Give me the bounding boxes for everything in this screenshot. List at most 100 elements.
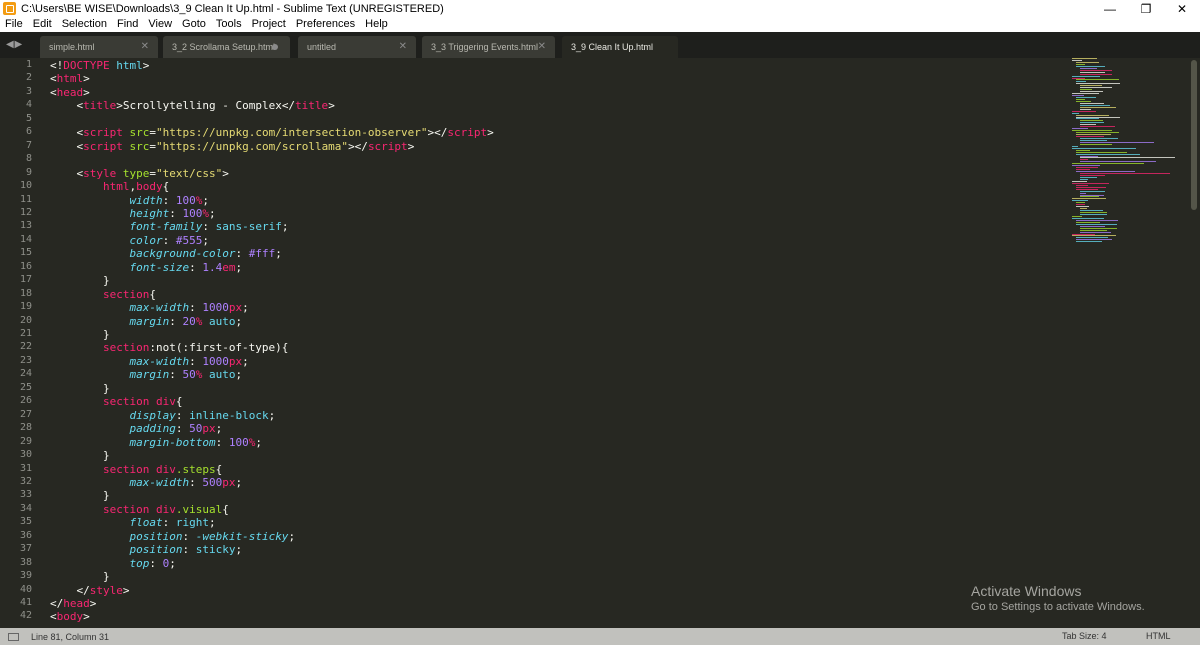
code-line[interactable]: <!DOCTYPE html> [50, 59, 149, 72]
code-line[interactable]: font-family: sans-serif; [50, 220, 288, 233]
code-token: < [50, 72, 57, 86]
menu-view[interactable]: View [143, 17, 177, 32]
code-line[interactable]: <title>Scrollytelling - Complex</title> [50, 99, 334, 112]
code-token: padding [129, 422, 176, 436]
tab-size-indicator[interactable]: Tab Size: 4 [1062, 631, 1107, 641]
code-line[interactable]: } [50, 489, 110, 502]
code-editor[interactable]: <!DOCTYPE html> <html> <head> <title>Scrol… [50, 58, 1060, 628]
restore-button[interactable]: ❐ [1128, 0, 1164, 17]
code-line[interactable]: <head> [50, 86, 90, 99]
code-line[interactable]: </head> [50, 597, 96, 610]
menu-find[interactable]: Find [112, 17, 143, 32]
vertical-scrollbar[interactable] [1191, 60, 1197, 210]
tab-close-icon[interactable]: ✕ [538, 41, 546, 52]
code-line[interactable]: padding: 50px; [50, 422, 222, 435]
tab-nav-arrows[interactable]: ◀ ▶ [6, 39, 22, 50]
code-token: html [102, 180, 130, 194]
code-line[interactable]: margin: 50% auto; [50, 368, 242, 381]
code-line[interactable]: section{ [50, 288, 156, 301]
code-line[interactable]: float: right; [50, 516, 215, 529]
code-token: :not(:first-of-type){ [149, 341, 289, 355]
menu-goto[interactable]: Goto [177, 17, 211, 32]
code-line[interactable]: </style> [50, 584, 129, 597]
minimize-button[interactable]: — [1092, 0, 1128, 17]
code-token: 1000 [202, 301, 229, 315]
minimap-line [1080, 190, 1105, 192]
code-token: script [83, 126, 123, 140]
code-line[interactable]: max-width: 1000px; [50, 355, 248, 368]
code-token: DOCTYPE [63, 59, 110, 72]
code-line[interactable]: margin: 20% auto; [50, 315, 242, 328]
syntax-indicator[interactable]: HTML [1146, 631, 1171, 641]
code-line[interactable]: margin-bottom: 100%; [50, 436, 261, 449]
line-number: 26 [19, 395, 32, 407]
minimap-line [1076, 223, 1117, 225]
code-token: section [102, 341, 150, 355]
code-line[interactable]: } [50, 570, 110, 583]
minimap-line [1072, 217, 1104, 219]
code-line[interactable]: max-width: 1000px; [50, 301, 248, 315]
minimap-line [1080, 106, 1116, 108]
code-token: : [189, 301, 203, 315]
code-line[interactable]: <style type="text/css"> [50, 167, 228, 180]
line-number: 12 [19, 206, 32, 218]
code-token: height [129, 206, 170, 220]
code-line[interactable]: section div.visual{ [50, 503, 229, 516]
code-line[interactable]: position: -webkit-sticky; [50, 530, 295, 543]
code-line[interactable]: width: 100%; [50, 194, 209, 207]
code-line[interactable]: } [50, 328, 110, 341]
code-line[interactable]: <html> [50, 72, 90, 85]
close-window-button[interactable]: ✕ [1164, 0, 1200, 17]
code-line[interactable]: <script src="https://unpkg.com/scrollama… [50, 140, 414, 153]
code-line[interactable]: } [50, 449, 110, 462]
code-line[interactable]: section:not(:first-of-type){ [50, 341, 288, 354]
tab-scrollama-setup[interactable]: 3_2 Scrollama Setup.html [163, 36, 290, 58]
tab-triggering-events[interactable]: 3_3 Triggering Events.html ✕ [422, 36, 555, 58]
code-token: inline-block [189, 408, 269, 422]
code-line[interactable]: } [50, 382, 110, 395]
code-line[interactable]: height: 100%; [50, 206, 215, 220]
menu-file[interactable]: File [0, 17, 28, 32]
code-line[interactable]: font-size: 1.4em; [50, 261, 242, 274]
tab-close-icon[interactable]: ✕ [399, 41, 407, 52]
window-controls: — ❐ ✕ [1092, 0, 1200, 17]
menu-edit[interactable]: Edit [28, 17, 57, 32]
code-line[interactable]: position: sticky; [50, 543, 242, 556]
tab-clean-it-up[interactable]: 3_9 Clean It Up.html [562, 36, 678, 58]
minimap-line [1076, 241, 1102, 243]
minimap-line [1080, 120, 1103, 122]
minimap-line [1080, 159, 1088, 161]
tab-close-icon[interactable]: ✕ [141, 41, 149, 52]
sublime-text-icon [3, 2, 16, 15]
unsaved-dot-icon[interactable] [272, 44, 278, 50]
code-line[interactable]: color: #555; [50, 234, 209, 247]
panel-toggle-icon[interactable] [8, 632, 19, 641]
tab-simple-html[interactable]: simple.html ✕ [40, 36, 158, 58]
code-line[interactable]: max-width: 500px; [50, 476, 242, 489]
code-line[interactable]: section div{ [50, 395, 182, 408]
menu-help[interactable]: Help [360, 17, 393, 32]
menu-tools[interactable]: Tools [211, 17, 247, 32]
code-line[interactable]: } [50, 274, 110, 287]
code-token: .steps [175, 462, 216, 476]
code-line[interactable]: html,body{ [50, 180, 169, 193]
code-line[interactable]: section div.steps{ [50, 463, 222, 476]
code-token: script [447, 126, 488, 140]
code-token: } [50, 328, 110, 341]
menu-selection[interactable]: Selection [57, 17, 112, 32]
menu-preferences[interactable]: Preferences [291, 17, 360, 32]
tab-label: 3_3 Triggering Events.html [431, 42, 539, 52]
menu-project[interactable]: Project [247, 17, 291, 32]
minimap[interactable] [1072, 58, 1190, 248]
code-token: 500 [202, 475, 223, 489]
code-line[interactable]: top: 0; [50, 557, 175, 570]
code-token: } [50, 570, 110, 584]
code-line[interactable]: <body> [50, 610, 90, 623]
tab-untitled[interactable]: untitled ✕ [298, 36, 416, 58]
code-line[interactable]: <script src="https://unpkg.com/intersect… [50, 126, 493, 140]
code-line[interactable]: background-color: #fff; [50, 247, 281, 260]
line-number: 20 [19, 314, 32, 326]
code-line[interactable]: display: inline-block; [50, 409, 275, 422]
